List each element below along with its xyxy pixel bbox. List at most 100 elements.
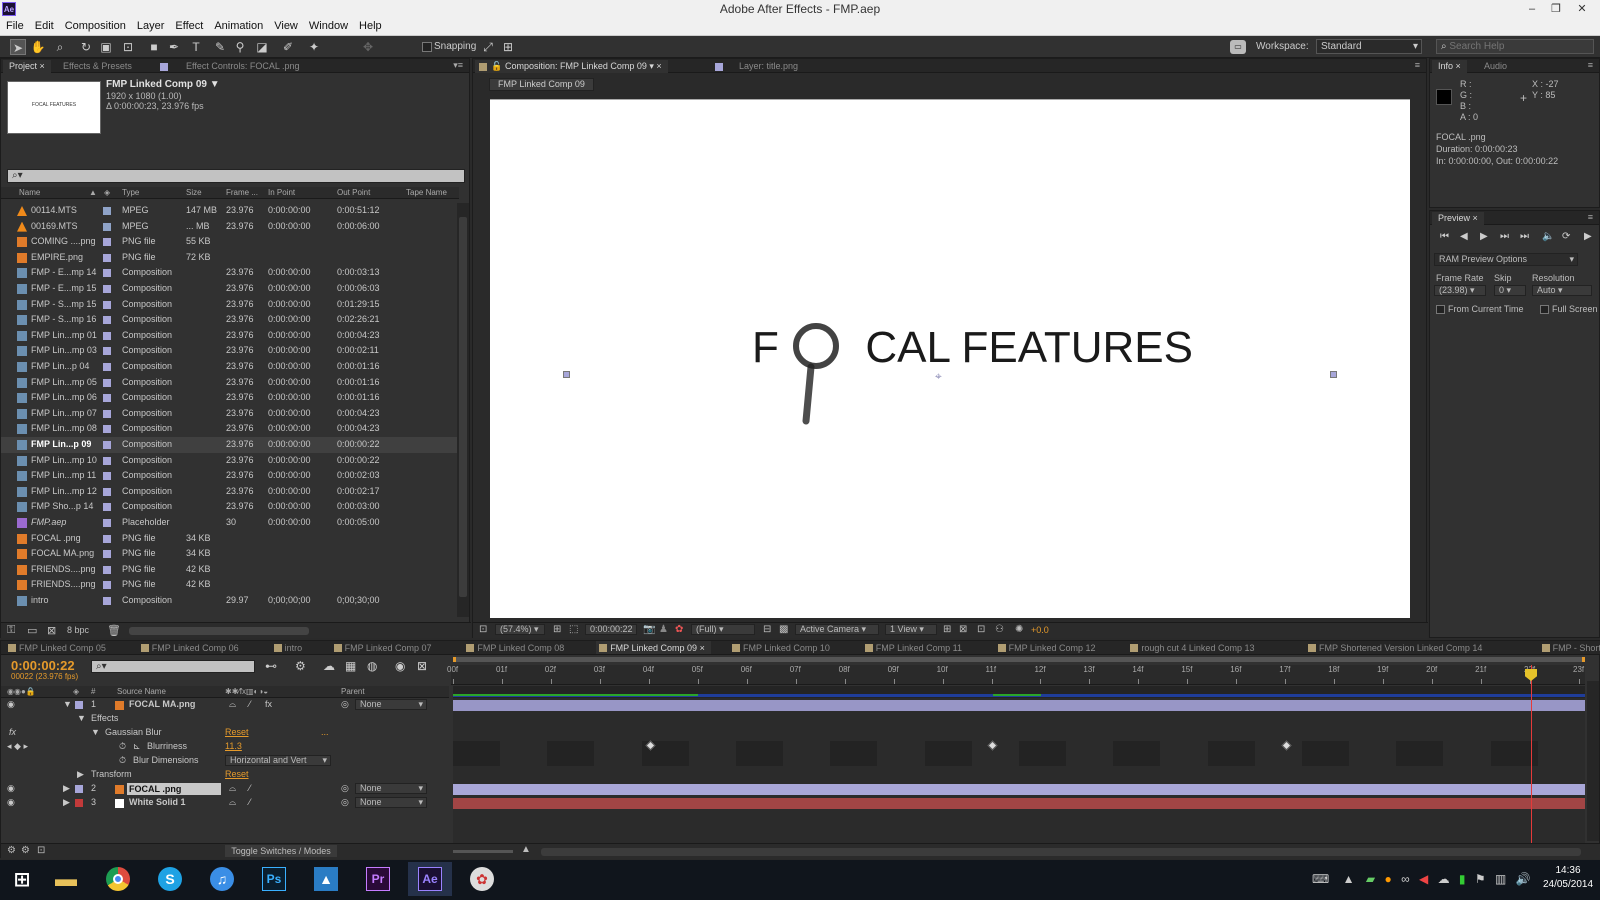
collapse-arrow-icon[interactable]: ▶ [77,768,84,782]
anchor-point-icon[interactable]: ⌖ [935,369,942,384]
timeline-tab[interactable]: FMP Linked Comp 07 [331,641,438,654]
expand-arrow-icon[interactable]: ▼ [77,712,86,726]
project-item[interactable]: FRIENDS....png PNG file 42 KB [1,577,457,593]
av-features-icon[interactable]: ◉◉●🔒 [7,686,36,698]
action-center-icon[interactable]: ⚑ [1475,872,1486,886]
scroll-thumb[interactable] [459,217,467,597]
tab-info[interactable]: Info × [1432,60,1467,73]
timeline-tab[interactable]: FMP Linked Comp 05 [5,641,112,654]
col-parent[interactable]: Parent [341,686,365,698]
keyframe-navigator-icon[interactable]: ◂ ◆ ▸ [7,740,28,754]
camera-tool-icon[interactable]: ▣ [98,39,114,55]
exposure-value[interactable]: +0.0 [1031,625,1049,635]
lock-icon[interactable]: 🔓 [491,60,502,73]
keyboard-icon[interactable]: ⌨ [1312,872,1329,886]
last-frame-icon[interactable]: ⏭ [1520,231,1529,242]
project-item[interactable]: EMPIRE.png PNG file 72 KB [1,250,457,266]
timeline-tab[interactable]: intro [271,641,309,654]
roto-brush-tool-icon[interactable]: ✐ [280,39,296,55]
itunes-icon[interactable]: ♫ [200,862,244,896]
col-frame-rate[interactable]: Frame ... [226,187,258,199]
new-folder-icon[interactable]: ▭ [27,624,37,637]
effects-group-row[interactable]: ▼ Effects [1,712,441,726]
timeline-tab[interactable]: rough cut 4 Linked Comp 13 [1127,641,1260,654]
gaussian-blur-row[interactable]: fx ▼ Gaussian Blur Reset ... [1,726,441,740]
blur-dimensions-row[interactable]: ⏱ Blur Dimensions Horizontal and Vert ▾ [1,754,441,768]
comp-breadcrumb[interactable]: FMP Linked Comp 09 [489,78,594,91]
panel-menu-icon[interactable]: ▾≡ [453,60,463,71]
project-item[interactable]: FMP Lin...mp 10 Composition 23.976 0:00:00:… [1,453,457,469]
volume-icon[interactable]: 🔊 [1516,872,1531,886]
camera-dropdown[interactable]: Active Camera ▾ [795,624,879,635]
project-item[interactable]: FMP Lin...p 04 Composition 23.976 0:00:00:0… [1,359,457,375]
project-item[interactable]: FMP Sho...p 14 Composition 23.976 0:00:00:0… [1,499,457,515]
motion-blur-icon[interactable]: ◍ [367,659,377,673]
project-item[interactable]: FMP Lin...mp 06 Composition 23.976 0:00:00:… [1,390,457,406]
search-help-box[interactable]: ⌕ [1436,39,1594,54]
quality-switch-icon[interactable]: ⁄ [249,796,251,810]
comp-canvas[interactable]: F CAL FEATURES ⌖ [490,99,1410,618]
menu-help[interactable]: Help [353,18,387,32]
timeline-track-area[interactable] [453,698,1585,844]
horizontal-scrollbar[interactable] [129,627,309,635]
col-size[interactable]: Size [186,187,202,199]
eye-icon[interactable]: ◉ [7,796,15,810]
project-item[interactable]: FOCAL .png PNG file 34 KB [1,531,457,547]
fit-icon[interactable]: ⊞ [553,624,561,635]
tab-composition[interactable]: 🔓 Composition: FMP Linked Comp 09 ▾ × [475,60,668,73]
new-comp-icon[interactable]: ⊠ [47,624,56,637]
stopwatch-icon[interactable]: ⏱ [119,740,126,754]
timeline-search-box[interactable]: ⌕▾ [91,660,255,673]
quality-switch-icon[interactable]: ⁄ [249,698,251,712]
menu-view[interactable]: View [268,18,303,32]
trash-icon[interactable]: 🗑 [107,624,121,637]
playhead-line[interactable] [1531,665,1532,845]
fx-switch-icon[interactable]: fx [265,698,272,712]
menu-composition[interactable]: Composition [59,18,131,32]
fast-preview-icon[interactable]: ⊟ [763,624,771,635]
comp-mini-flowchart-icon[interactable]: ⊷ [265,659,277,673]
tab-effect-controls[interactable]: Effect Controls: FOCAL .png [156,60,306,73]
timeline-tab[interactable]: FMP Linked Comp 09 × [596,641,711,654]
project-item[interactable]: FMP - S...mp 15 Composition 23.976 0:00:00:… [1,297,457,313]
expand-arrow-icon[interactable]: ▼ [63,698,72,712]
tab-layer[interactable]: Layer: title.png [709,60,804,73]
premiere-icon[interactable]: Pr [356,862,400,896]
play-icon[interactable]: ▶︎ [1480,231,1488,242]
hand-tool-icon[interactable]: ✋ [30,39,46,55]
time-ruler[interactable]: 00f 01f 02f 03f 04f 05f 06f 07f 08f 09f 10f 11f 12f 1… [447,665,1585,685]
zoom-in-mountain-icon[interactable]: ▲ [521,844,531,855]
loop-icon[interactable]: ⟳ [1562,231,1570,242]
minimize-button[interactable]: – [1520,0,1544,18]
col-tape-name[interactable]: Tape Name [406,187,447,199]
project-item[interactable]: FMP Lin...mp 08 Composition 23.976 0:00:00:… [1,421,457,437]
tray-green-icon[interactable]: ▮ [1459,872,1466,886]
expand-layer-switches-icon[interactable]: ⚙ [7,845,16,856]
network-icon[interactable]: ▥ [1495,872,1506,886]
menu-window[interactable]: Window [303,18,353,32]
shy-switch-icon[interactable]: ⌓ [229,782,236,796]
photo-viewer-icon[interactable]: ▲ [304,862,348,896]
exposure-icon[interactable]: ✺ [1015,624,1023,635]
current-time-display[interactable]: 0:00:00:22 [585,624,637,635]
ram-preview-dropdown[interactable]: RAM Preview Options ▾ [1434,253,1578,266]
project-item[interactable]: FMP Lin...mp 07 Composition 23.976 0:00:00:… [1,406,457,422]
project-item[interactable]: FMP Lin...mp 03 Composition 23.976 0:00:00:… [1,343,457,359]
quality-switch-icon[interactable]: ⁄ [249,782,251,796]
work-area-bar[interactable] [453,657,1585,662]
timeline-hscroll[interactable] [541,848,1581,856]
frame-blending-icon[interactable]: ▦ [345,659,356,673]
first-frame-icon[interactable]: ⏮ [1440,231,1449,242]
rotate-tool-icon[interactable]: ↻ [78,39,94,55]
graph-editor-icon[interactable]: ◉ [395,659,405,673]
toggle-pixel-aspect-icon[interactable]: ⊞ [943,624,951,635]
panel-menu-icon[interactable]: ≡ [1588,212,1593,222]
timeline-tab[interactable]: FMP Linked Comp 11 [862,641,968,654]
file-explorer-icon[interactable]: ▬ [44,862,88,896]
draft-3d-icon[interactable]: ⚙ [295,659,306,673]
menu-file[interactable]: File [0,18,29,32]
after-effects-icon[interactable]: Ae [408,862,452,896]
tray-app-icon[interactable]: ● [1384,872,1391,886]
clock[interactable]: 14:36 24/05/2014 [1540,864,1596,892]
project-item[interactable]: FMP Lin...mp 01 Composition 23.976 0:00:00:… [1,328,457,344]
